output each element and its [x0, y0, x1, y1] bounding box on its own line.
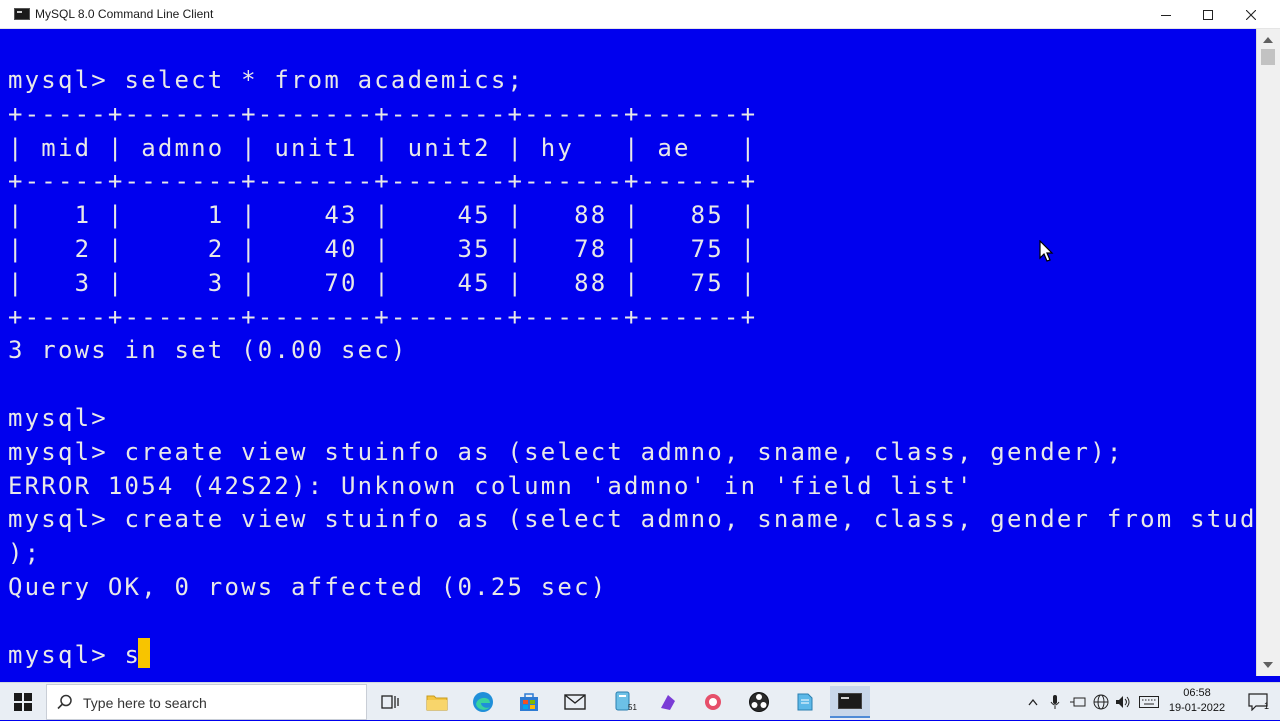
console-line: +-----+-------+-------+-------+------+--…	[8, 99, 758, 128]
taskbar: Type here to search 51 06:58 19-01-2022 …	[0, 682, 1280, 720]
notepad-icon	[797, 693, 813, 711]
close-icon	[1246, 9, 1256, 20]
mysql-cli-button[interactable]	[830, 686, 870, 718]
mysql-cli-icon	[838, 693, 862, 709]
scroll-down-icon[interactable]	[1263, 662, 1273, 668]
console-line: mysql> create view stuinfo as (select ad…	[8, 437, 1124, 466]
obs-icon	[749, 692, 769, 712]
task-view-icon	[381, 695, 399, 709]
console-lines: mysql> select * from academics; +-----+-…	[8, 64, 1256, 672]
console-input-line[interactable]: mysql> s	[8, 639, 1256, 673]
console-line: ERROR 1054 (42S22): Unknown column 'admn…	[8, 471, 974, 500]
edge-icon	[473, 692, 493, 712]
notifications-button[interactable]: 1	[1240, 683, 1276, 721]
close-button[interactable]	[1230, 0, 1272, 29]
console-line: );	[8, 539, 42, 568]
minimize-icon	[1161, 14, 1171, 16]
microphone-icon	[1050, 695, 1060, 709]
chevron-up-icon	[1028, 698, 1038, 706]
purple-app-button[interactable]	[648, 686, 688, 718]
console-line: 3 rows in set (0.00 sec)	[8, 336, 408, 365]
start-button[interactable]	[0, 683, 46, 721]
speaker-icon	[1116, 696, 1130, 708]
window-title: MySQL 8.0 Command Line Client	[35, 7, 214, 21]
console-line: +-----+-------+-------+-------+------+--…	[8, 302, 758, 331]
console-line: | mid | admno | unit1 | unit2 | hy | ae …	[8, 133, 758, 162]
network-button[interactable]	[1091, 683, 1111, 721]
microphone-button[interactable]	[1046, 683, 1064, 721]
windows-logo-icon	[14, 693, 32, 711]
store-button[interactable]	[509, 686, 549, 718]
power-button[interactable]	[1068, 683, 1088, 721]
text-cursor	[138, 638, 150, 668]
console-output[interactable]: mysql> select * from academics; +-----+-…	[0, 29, 1256, 676]
console-line: | 3 | 3 | 70 | 45 | 88 | 75 |	[8, 268, 758, 297]
taskbar-clock[interactable]: 06:58 19-01-2022	[1163, 686, 1231, 716]
file-explorer-button[interactable]	[417, 686, 457, 718]
snip-app-icon	[705, 694, 721, 710]
maximize-icon	[1203, 9, 1213, 20]
search-placeholder: Type here to search	[83, 695, 207, 711]
clock-time: 06:58	[1183, 687, 1211, 699]
purple-app-icon	[661, 695, 675, 710]
notepad-button[interactable]	[784, 686, 824, 718]
volume-button[interactable]	[1113, 683, 1133, 721]
task-view-button[interactable]	[370, 686, 410, 718]
console-line: mysql> create view stuinfo as (select ad…	[8, 505, 1256, 534]
show-hidden-icons-button[interactable]	[1024, 683, 1042, 721]
minimize-button[interactable]	[1145, 0, 1187, 29]
taskbar-search-box[interactable]: Type here to search	[46, 684, 367, 720]
snip-app-button[interactable]	[693, 686, 733, 718]
mail-button[interactable]	[555, 686, 595, 718]
maximize-button[interactable]	[1187, 0, 1229, 29]
taskbar-badge: 51	[628, 703, 637, 712]
console-line: | 2 | 2 | 40 | 35 | 78 | 75 |	[8, 234, 758, 263]
title-bar: MySQL 8.0 Command Line Client	[0, 0, 1280, 29]
mouse-pointer-icon	[1039, 240, 1054, 262]
battery-plug-icon	[1070, 697, 1086, 707]
vertical-scrollbar[interactable]	[1256, 29, 1280, 676]
keyboard-button[interactable]	[1137, 683, 1161, 721]
notepad-plus-button[interactable]	[603, 686, 643, 718]
keyboard-icon	[1139, 696, 1159, 708]
console-line: | 1 | 1 | 43 | 45 | 88 | 85 |	[8, 201, 758, 230]
mail-icon	[564, 694, 586, 710]
globe-icon	[1093, 694, 1109, 710]
search-icon	[57, 694, 72, 710]
console-line: +-----+-------+-------+-------+------+--…	[8, 167, 758, 196]
clock-date: 19-01-2022	[1168, 702, 1226, 714]
notification-count: 1	[1264, 701, 1270, 711]
console-line: mysql>	[8, 403, 108, 432]
edge-browser-button[interactable]	[463, 686, 503, 718]
console-line: mysql> select * from academics;	[8, 66, 525, 94]
console-line: Query OK, 0 rows affected (0.25 sec)	[8, 572, 608, 601]
folder-icon	[426, 695, 448, 711]
scroll-thumb[interactable]	[1261, 49, 1275, 65]
scroll-up-icon[interactable]	[1263, 37, 1273, 43]
obs-button[interactable]	[739, 686, 779, 718]
store-icon	[520, 693, 538, 711]
console-app-icon	[14, 8, 30, 20]
